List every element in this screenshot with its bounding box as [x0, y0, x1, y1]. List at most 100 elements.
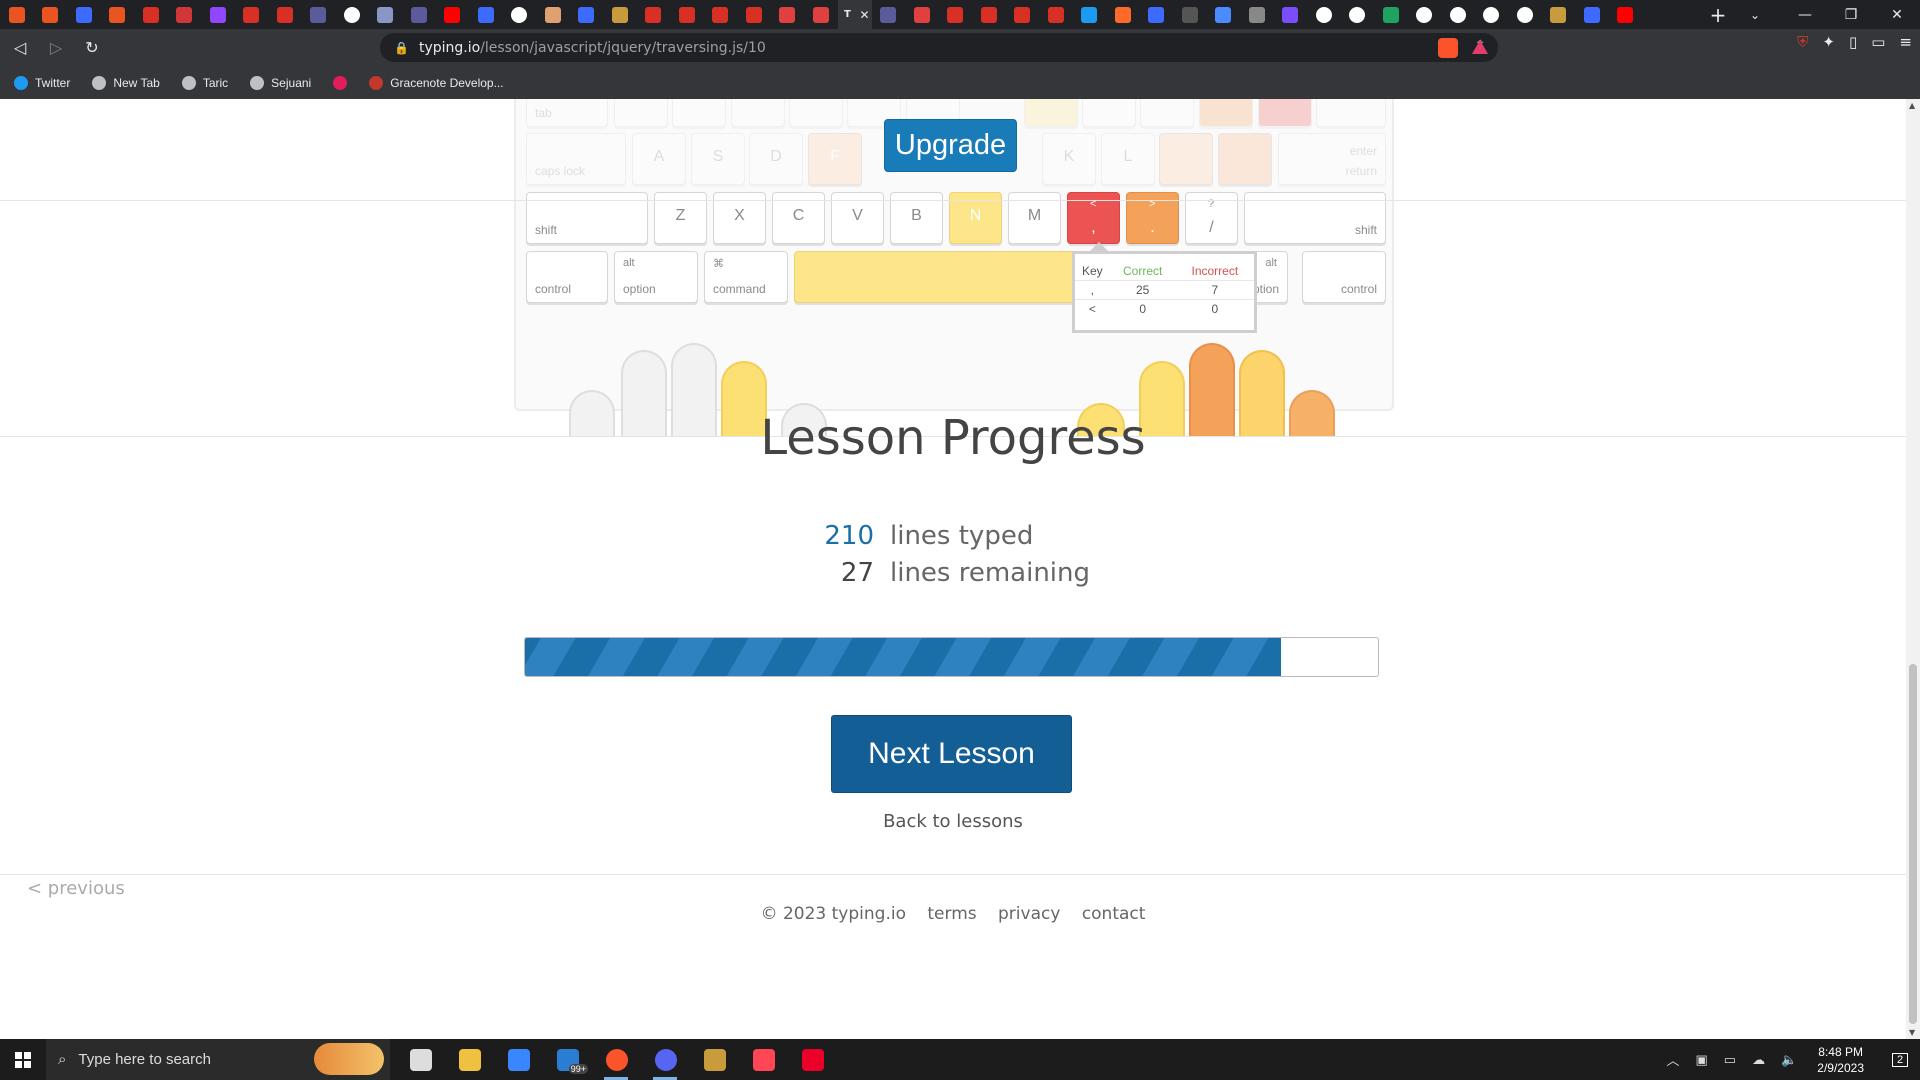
scrollbar-thumb[interactable]	[1909, 664, 1917, 1024]
chevron-up-icon[interactable]: ︿	[1666, 1050, 1679, 1069]
bookmark-item[interactable]: New Tab	[92, 75, 160, 90]
browser-tab[interactable]	[1173, 0, 1207, 29]
browser-tab[interactable]	[771, 0, 805, 29]
browser-tab[interactable]	[34, 0, 68, 29]
sidebar-icon[interactable]: ▯	[1849, 33, 1857, 51]
browser-tab[interactable]	[235, 0, 269, 29]
browser-tab[interactable]	[1073, 0, 1107, 29]
valorant-icon[interactable]	[739, 1039, 788, 1080]
browser-tab[interactable]	[905, 0, 939, 29]
new-tab-button[interactable]: +	[1700, 3, 1736, 27]
browser-tab[interactable]	[1609, 0, 1643, 29]
browser-tab[interactable]	[1140, 0, 1174, 29]
browser-tab[interactable]	[670, 0, 704, 29]
file-explorer-icon[interactable]	[445, 1039, 494, 1080]
browser-tab[interactable]	[704, 0, 738, 29]
browser-tab[interactable]	[536, 0, 570, 29]
browser-tab[interactable]	[972, 0, 1006, 29]
brave-icon[interactable]	[592, 1039, 641, 1080]
address-bar[interactable]: 🔒 typing.io/lesson/javascript/jquery/tra…	[380, 33, 1498, 62]
bookmark-item[interactable]: Gracenote Develop...	[369, 75, 504, 90]
browser-tab[interactable]	[67, 0, 101, 29]
notification-center-icon[interactable]: 2	[1880, 1052, 1920, 1067]
browser-tab[interactable]	[1508, 0, 1542, 29]
browser-tab[interactable]	[268, 0, 302, 29]
previous-link[interactable]: < previous	[27, 878, 125, 899]
browser-tab[interactable]	[134, 0, 168, 29]
mail-icon[interactable]: 99+	[543, 1039, 592, 1080]
menu-icon[interactable]: ≡	[1899, 33, 1912, 51]
terms-link[interactable]: terms	[927, 904, 976, 924]
browser-tab[interactable]	[402, 0, 436, 29]
browser-tab[interactable]	[1274, 0, 1308, 29]
start-button[interactable]	[0, 1039, 46, 1080]
taskbar-search[interactable]: ⌕ Type here to search	[46, 1039, 390, 1080]
close-window-button[interactable]: ✕	[1874, 0, 1920, 29]
close-tab-icon[interactable]: ✕	[859, 8, 869, 22]
browser-tab[interactable]	[603, 0, 637, 29]
privacy-link[interactable]: privacy	[998, 904, 1060, 924]
task-view-icon[interactable]	[396, 1039, 445, 1080]
browser-tab[interactable]	[1207, 0, 1241, 29]
brave-rewards-icon[interactable]	[1472, 40, 1488, 54]
browser-tab[interactable]	[1441, 0, 1475, 29]
minimize-button[interactable]: —	[1782, 0, 1828, 29]
wallet-icon[interactable]: ▭	[1871, 33, 1885, 51]
back-to-lessons-link[interactable]: Back to lessons	[0, 811, 1906, 832]
browser-tab[interactable]	[335, 0, 369, 29]
browser-tab[interactable]	[101, 0, 135, 29]
browser-tab[interactable]	[1475, 0, 1509, 29]
browser-tab[interactable]	[939, 0, 973, 29]
ublock-icon[interactable]: ⛨	[1797, 33, 1808, 51]
bookmark-item[interactable]: Taric	[181, 75, 228, 90]
network-icon[interactable]: ▭	[1724, 1052, 1736, 1068]
browser-tab[interactable]	[436, 0, 470, 29]
restore-button[interactable]: ❐	[1828, 0, 1874, 29]
onedrive-icon[interactable]: ☁	[1752, 1052, 1765, 1068]
browser-tab[interactable]	[737, 0, 771, 29]
bookmark-item[interactable]	[333, 75, 348, 90]
discord-icon[interactable]	[641, 1039, 690, 1080]
browser-tab[interactable]	[1575, 0, 1609, 29]
browser-tab[interactable]	[1341, 0, 1375, 29]
bookmark-item[interactable]: Twitter	[14, 75, 70, 90]
browser-tab[interactable]	[503, 0, 537, 29]
contact-link[interactable]: contact	[1082, 904, 1146, 924]
browser-tab[interactable]	[201, 0, 235, 29]
riot-client-icon[interactable]	[788, 1039, 837, 1080]
scroll-up-icon[interactable]: ▲	[1909, 101, 1915, 110]
clock[interactable]: 8:48 PM 2/9/2023	[1817, 1044, 1864, 1076]
scroll-down-icon[interactable]: ▼	[1909, 1028, 1915, 1037]
upgrade-button[interactable]: Upgrade	[884, 119, 1017, 172]
browser-tab[interactable]	[872, 0, 906, 29]
bookmark-item[interactable]: Sejuani	[250, 75, 311, 90]
browser-tab[interactable]	[369, 0, 403, 29]
browser-tab[interactable]	[469, 0, 503, 29]
league-icon[interactable]	[690, 1039, 739, 1080]
forward-button[interactable]: ▷	[40, 32, 72, 64]
browser-tab[interactable]	[637, 0, 671, 29]
reload-button[interactable]: ↻	[76, 32, 108, 64]
browser-tab[interactable]	[1307, 0, 1341, 29]
next-lesson-button[interactable]: Next Lesson	[831, 715, 1072, 793]
browser-tab[interactable]	[570, 0, 604, 29]
browser-tab[interactable]	[168, 0, 202, 29]
browser-tab[interactable]	[1106, 0, 1140, 29]
browser-tab[interactable]: T ✕	[837, 0, 872, 29]
meet-now-icon[interactable]: ▣	[1696, 1052, 1708, 1068]
tab-search-icon[interactable]: ⌄	[1740, 0, 1770, 29]
browser-tab[interactable]	[804, 0, 838, 29]
browser-tab[interactable]	[1408, 0, 1442, 29]
browser-tab[interactable]	[1542, 0, 1576, 29]
extensions-icon[interactable]: ✦	[1822, 33, 1835, 51]
brave-shields-icon[interactable]	[1438, 38, 1458, 58]
browser-tab[interactable]	[1374, 0, 1408, 29]
browser-tab[interactable]	[302, 0, 336, 29]
browser-tab[interactable]	[1240, 0, 1274, 29]
page-scrollbar[interactable]: ▲ ▼	[1906, 99, 1920, 1039]
browser-tab[interactable]	[0, 0, 34, 29]
browser-tab[interactable]	[1006, 0, 1040, 29]
back-button[interactable]: ◁	[4, 32, 36, 64]
volume-icon[interactable]: 🔈	[1781, 1052, 1797, 1068]
browser-tab[interactable]	[1039, 0, 1073, 29]
